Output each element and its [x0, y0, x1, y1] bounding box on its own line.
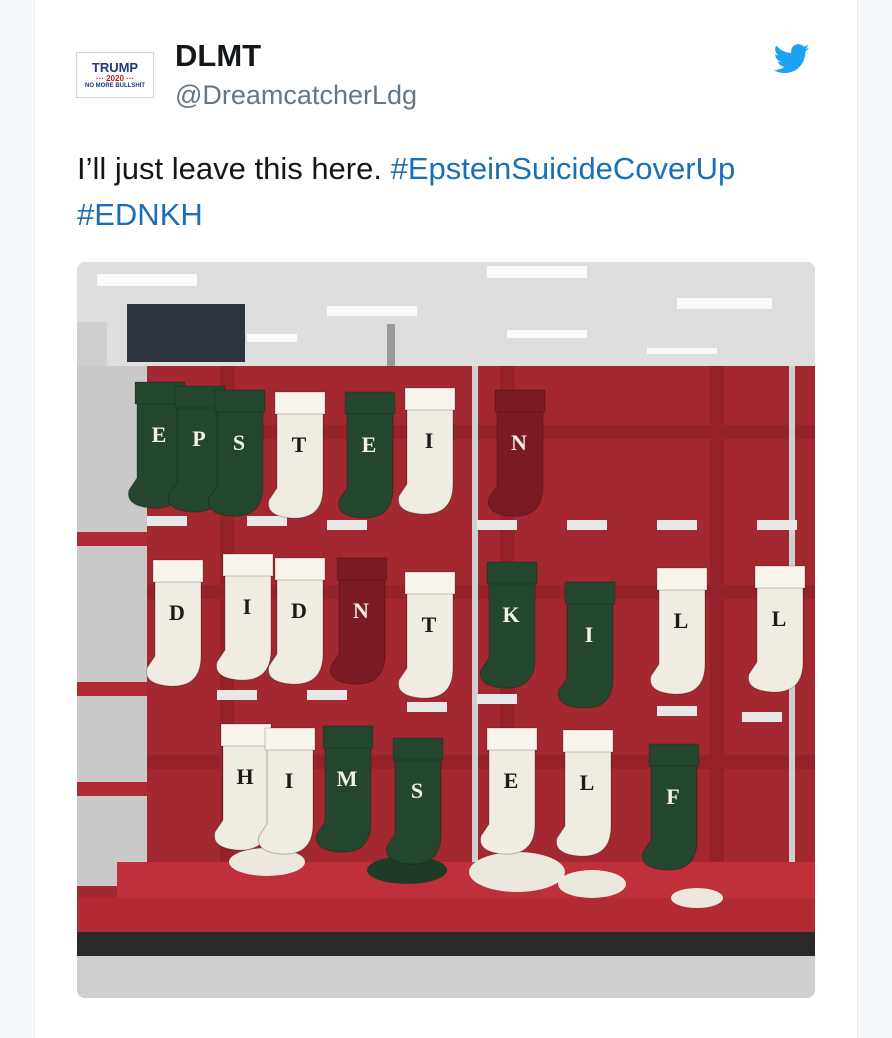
stocking: L [555, 729, 614, 857]
stocking: I [557, 581, 616, 709]
stocking-letter: H [236, 764, 253, 789]
user-handle[interactable]: @DreamcatcherLdg [175, 80, 417, 111]
stocking: S [207, 389, 266, 517]
stocking-letter: L [580, 770, 595, 795]
stocking: L [747, 565, 806, 693]
hashtag-link[interactable]: #EpsteinSuicideCoverUp [391, 151, 736, 186]
stocking: I [257, 727, 316, 855]
stocking-letter: S [411, 778, 423, 803]
stocking-letter: D [291, 598, 307, 623]
tweet-text: I’ll just leave this here. #EpsteinSuici… [77, 146, 837, 238]
stocking: K [479, 561, 538, 689]
stocking-letter: N [353, 598, 369, 623]
stocking-letter: P [192, 426, 205, 451]
tweet-photo[interactable]: EPSTEINDIDNTKILLHIMSELF [77, 262, 815, 998]
hashtag-link[interactable]: #EDNKH [77, 197, 203, 232]
stocking: E [479, 727, 538, 855]
stocking-letter: F [666, 784, 679, 809]
stocking-letter: N [511, 430, 527, 455]
stocking-letter: E [152, 422, 167, 447]
stocking-letter: T [292, 432, 307, 457]
stocking: I [397, 387, 456, 515]
stocking: D [267, 557, 326, 685]
stocking: N [487, 389, 546, 517]
stocking-letter: I [285, 768, 294, 793]
avatar[interactable]: TRUMP ··· 2020 ··· NO MORE BULLSHIT [76, 52, 154, 98]
stocking: M [315, 725, 374, 853]
stocking-letter: D [169, 600, 185, 625]
avatar-line-1: TRUMP [91, 59, 139, 75]
stocking: S [385, 737, 444, 865]
tweet-body: I’ll just leave this here. [77, 151, 382, 186]
stocking-letter: I [425, 428, 434, 453]
stocking-letter: M [337, 766, 358, 791]
stocking-letter: L [674, 608, 689, 633]
stocking: E [337, 391, 396, 519]
stocking: D [145, 559, 204, 687]
stocking-letter: T [422, 612, 437, 637]
stocking: I [215, 553, 274, 681]
photo-scene: E P S T E I ND I D NT KIL LH I M S E LF [77, 262, 815, 998]
stocking-letter: L [772, 606, 787, 631]
stocking-letter: S [233, 430, 245, 455]
stocking-letter: E [362, 432, 377, 457]
stocking-letter: K [502, 602, 519, 627]
stocking: T [397, 571, 456, 699]
stocking: T [267, 391, 326, 519]
stocking: N [329, 557, 388, 685]
avatar-line-2: ··· 2020 ··· [95, 73, 135, 83]
avatar-line-3: NO MORE BULLSHIT [85, 82, 145, 89]
stocking-letter: I [243, 594, 252, 619]
twitter-bird-icon[interactable] [774, 44, 810, 74]
stocking-letter: E [504, 768, 519, 793]
stocking-letter: I [585, 622, 594, 647]
stocking: L [649, 567, 708, 695]
display-name[interactable]: DLMT [175, 38, 261, 74]
stocking: F [641, 743, 700, 871]
